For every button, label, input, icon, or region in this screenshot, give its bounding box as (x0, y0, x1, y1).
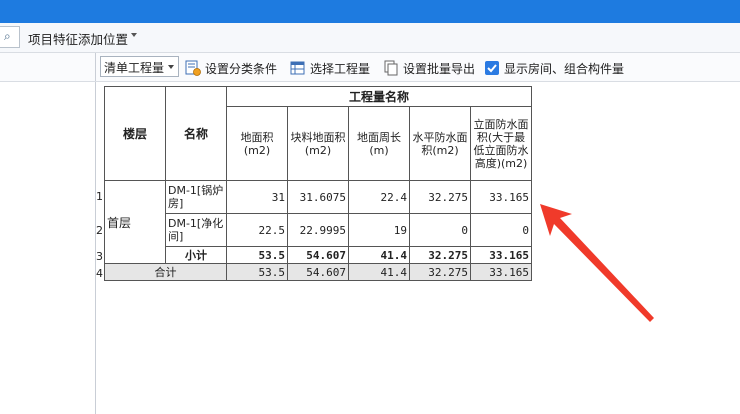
checkbox-checked-icon[interactable] (484, 60, 500, 76)
total-row[interactable]: 合计 53.5 54.607 41.4 32.275 33.165 (104, 263, 532, 281)
value-cell[interactable]: 0 (409, 213, 471, 247)
subtotal-value[interactable]: 33.165 (470, 246, 532, 264)
total-label: 合计 (104, 263, 227, 281)
subtotal-row[interactable]: 小计 53.5 54.607 41.4 32.275 33.165 (105, 246, 532, 264)
total-value[interactable]: 41.4 (348, 263, 410, 281)
header-tile-area: 块料地面积(m2) (287, 106, 349, 181)
value-cell[interactable]: 22.4 (348, 180, 410, 214)
name-cell[interactable]: DM-1[净化间] (165, 213, 227, 247)
header-floor: 楼层 (104, 86, 166, 181)
header-name: 名称 (165, 86, 227, 181)
search-box[interactable]: ⌕ (0, 26, 20, 48)
select-quantity-label: 选择工程量 (310, 61, 371, 76)
quantity-type-value: 清单工程量 (104, 61, 165, 75)
toolbar: 清单工程量 设置分类条件 选择工程量 设置批量导出 显示房间、组合构件量 (0, 53, 740, 82)
total-value[interactable]: 53.5 (226, 263, 288, 281)
row-number: 4 (96, 267, 103, 280)
subtotal-value[interactable]: 41.4 (348, 246, 410, 264)
header-floor-area: 地面积(m2) (226, 106, 288, 181)
value-cell[interactable]: 22.5 (226, 213, 288, 247)
chevron-down-icon[interactable] (131, 33, 137, 37)
header-quantity-group: 工程量名称 (226, 86, 532, 107)
annotation-arrow-icon (540, 204, 654, 322)
feature-position-menu[interactable]: 项目特征添加位置 (28, 29, 128, 48)
value-cell[interactable]: 19 (348, 213, 410, 247)
classify-settings-icon (185, 60, 201, 76)
quantity-type-select[interactable]: 清单工程量 (100, 56, 179, 77)
value-cell[interactable]: 33.165 (470, 180, 532, 214)
value-cell[interactable]: 0 (470, 213, 532, 247)
left-tree-pane (0, 82, 96, 414)
name-cell[interactable]: DM-1[锅炉房] (165, 180, 227, 214)
set-classify-button[interactable]: 设置分类条件 (185, 58, 277, 78)
header-perimeter: 地面周长(m) (348, 106, 410, 181)
floor-cell: 首层 (104, 180, 166, 264)
total-value[interactable]: 54.607 (287, 263, 349, 281)
left-pane-header (0, 53, 96, 81)
row-number: 2 (96, 224, 103, 237)
table-row[interactable]: 首层 DM-1[锅炉房] 31 31.6075 22.4 32.275 33.1… (104, 180, 532, 264)
quantity-report-table: 楼层 名称 工程量名称 地面积(m2) 块料地面积(m2) 地面周长(m) 水平… (104, 86, 532, 281)
show-room-checkbox-wrap[interactable]: 显示房间、组合构件量 (484, 58, 624, 78)
table-row[interactable]: DM-1[净化间] 22.5 22.9995 19 0 0 (105, 213, 532, 247)
total-value[interactable]: 32.275 (409, 263, 471, 281)
subtotal-label: 小计 (165, 246, 227, 264)
window-titlebar (0, 0, 740, 23)
subtotal-value[interactable]: 53.5 (226, 246, 288, 264)
dropdown-arrow-icon[interactable] (168, 65, 174, 69)
batch-export-button[interactable]: 设置批量导出 (383, 58, 475, 78)
select-quantity-button[interactable]: 选择工程量 (290, 58, 370, 78)
value-cell[interactable]: 32.275 (409, 180, 471, 214)
set-classify-label: 设置分类条件 (205, 61, 278, 76)
header-vertical-waterproof: 立面防水面积(大于最低立面防水高度)(m2) (470, 106, 532, 181)
row-number: 1 (96, 190, 103, 203)
subtotal-value[interactable]: 32.275 (409, 246, 471, 264)
value-cell[interactable]: 31 (226, 180, 288, 214)
show-room-label: 显示房间、组合构件量 (504, 61, 625, 76)
menubar: ⌕ 项目特征添加位置 (0, 23, 740, 53)
value-cell[interactable]: 31.6075 (287, 180, 349, 214)
header-horizontal-waterproof: 水平防水面积(m2) (409, 106, 471, 181)
table-select-icon (290, 60, 306, 76)
copy-export-icon (383, 60, 399, 76)
batch-export-label: 设置批量导出 (403, 61, 476, 76)
row-number: 3 (96, 250, 103, 263)
value-cell[interactable]: 22.9995 (287, 213, 349, 247)
subtotal-value[interactable]: 54.607 (287, 246, 349, 264)
search-icon[interactable]: ⌕ (4, 29, 11, 44)
total-value[interactable]: 33.165 (470, 263, 532, 281)
